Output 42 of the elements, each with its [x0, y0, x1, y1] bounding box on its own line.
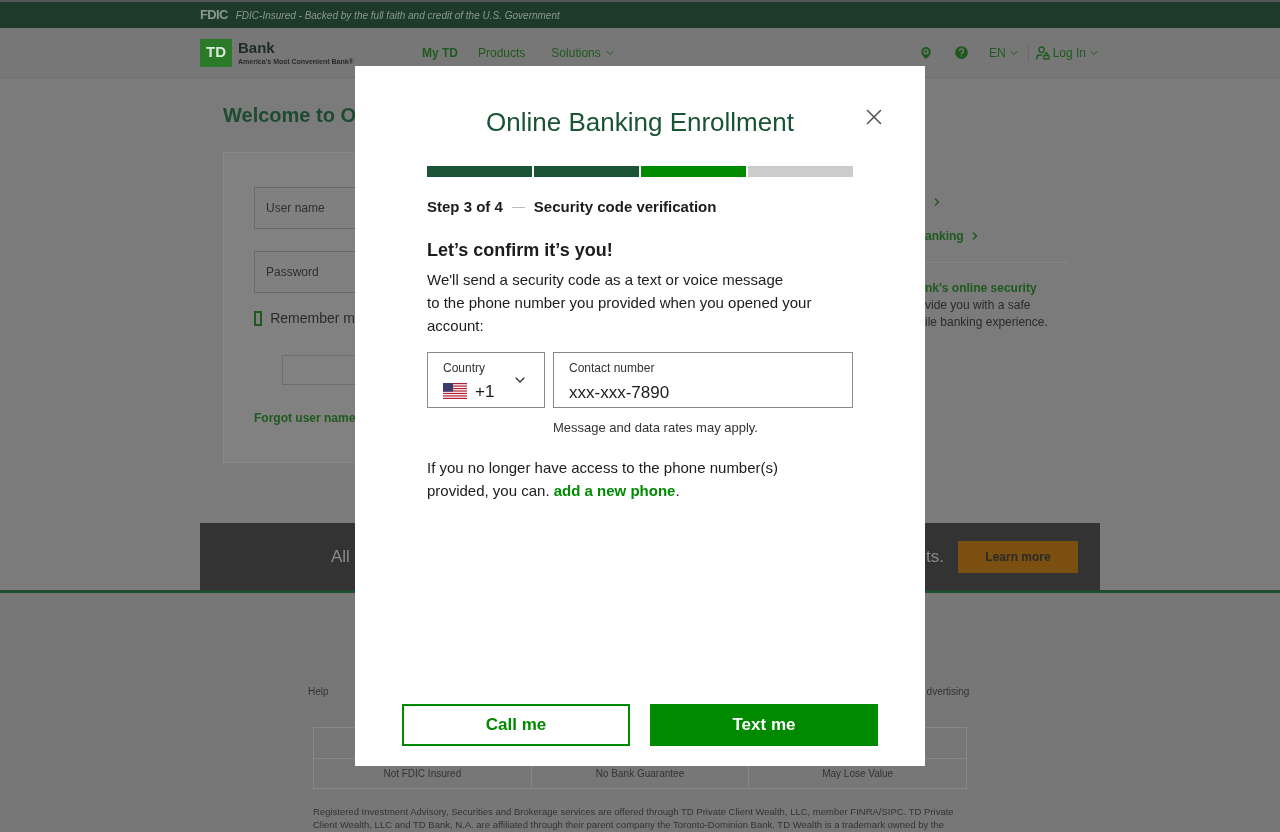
brand-name: Bank — [238, 40, 276, 55]
country-select[interactable]: Country +1 — [427, 351, 545, 408]
contact-number-field[interactable]: Contact number xxx-xxx-7890 — [553, 351, 853, 408]
help-text: If you no longer have access to the phone number(s) provided, you can. add a new phone. — [427, 458, 780, 501]
footer-link[interactable]: dvertising — [926, 684, 970, 699]
login-field[interactable]: Password — [254, 251, 355, 293]
learn-more-button[interactable]: Learn more — [958, 540, 1078, 573]
login-menu[interactable]: Log In — [1034, 43, 1100, 62]
disclaimer-line: Registered Investment Advisory, Securities and Brokerage services are offered through TD Private Client Wealth, LLC, member FINRA/SIPC. TD Private — [313, 805, 955, 818]
dialog-button[interactable]: Text me — [650, 704, 878, 746]
rates-note: Message and data rates may apply. — [553, 418, 759, 437]
table-cell-text: May Lose Value — [821, 767, 895, 781]
nav-link[interactable]: My TD — [422, 43, 458, 62]
fdic-logo: FDIC — [200, 6, 228, 25]
page-title: Welcome to O — [223, 103, 355, 128]
dialog-button[interactable]: Call me — [402, 704, 630, 746]
security-text-line: vide you with a safe — [925, 297, 1032, 314]
remember-checkbox[interactable] — [254, 311, 263, 326]
banner-text: ts. — [926, 545, 944, 568]
add-phone-link[interactable]: add a new phone — [553, 482, 676, 499]
dialog-title: Online Banking Enrollment — [485, 106, 795, 138]
banner-text: All — [331, 545, 350, 568]
td-logo[interactable]: TD — [200, 38, 232, 67]
security-title: nk's online security — [925, 280, 1038, 297]
instructions-text: We'll send a security code as a text or voice message to the phone number you provided when you opened your account: — [427, 269, 813, 336]
language-menu[interactable]: EN — [988, 43, 1029, 62]
flag-icon — [443, 383, 467, 400]
login-field[interactable]: User name — [254, 187, 355, 229]
step-label: Step 3 of 4 — [427, 197, 503, 217]
nav-link[interactable]: Products — [478, 43, 526, 62]
fdic-tagline: FDIC-Insured - Backed by the full faith and credit of the U.S. Government — [235, 8, 560, 23]
nav-link[interactable]: Solutions — [551, 43, 616, 62]
forgot-username-link[interactable]: Forgot user name — [254, 409, 355, 427]
disclaimer-line: Client Wealth, LLC and TD Bank, N.A. are affiliated through their parent company the Toronto-Dominion Bank. TD Wealth is a trademark owned by the — [313, 818, 946, 831]
help-icon[interactable] — [952, 44, 970, 61]
section-heading: Let’s confirm it’s you! — [427, 238, 614, 262]
side-link[interactable]: anking — [925, 227, 1068, 245]
step-name: Security code verification — [533, 197, 717, 217]
user-lock-icon — [1034, 44, 1051, 61]
security-text-line: ile banking experience. — [925, 314, 1049, 331]
remember-label: Remember m — [270, 309, 355, 328]
footer-link[interactable]: Help — [308, 684, 329, 699]
